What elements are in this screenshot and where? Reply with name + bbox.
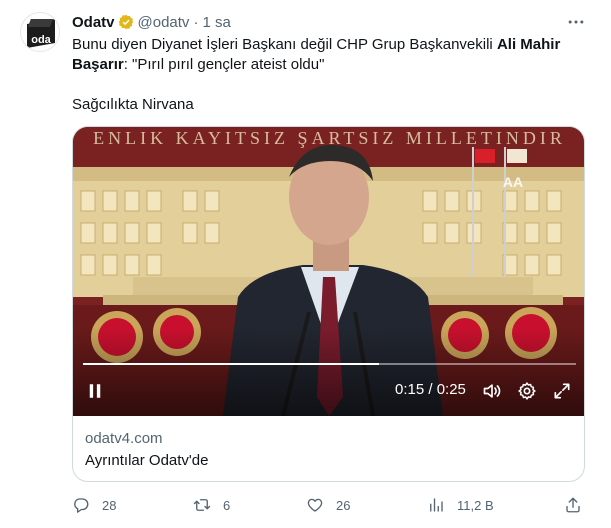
tweet[interactable]: oda Odatv @odatv · 1 sa Bunu diyen Diyan…	[0, 0, 611, 528]
more-dots-icon	[568, 20, 584, 24]
tweet-text-part: Bunu diyen Diyanet İşleri Başkanı değil …	[72, 36, 497, 53]
card-title: Ayrıntılar Odatv'de	[85, 452, 209, 469]
volume-button[interactable]	[481, 375, 503, 407]
views-button[interactable]: 11,2 B	[427, 494, 494, 516]
tweet-timestamp[interactable]: 1 sa	[202, 14, 230, 31]
volume-icon	[483, 384, 501, 398]
tweet-text-tagline: Sağcılıkta Nirvana	[72, 96, 194, 113]
reply-button[interactable]: 28	[72, 494, 116, 516]
like-button[interactable]: 26	[306, 494, 350, 516]
like-count: 26	[336, 497, 351, 513]
fullscreen-icon	[554, 383, 570, 399]
views-chart-icon	[430, 498, 443, 512]
retweet-count: 6	[223, 497, 231, 513]
video-frame: AA	[73, 127, 584, 416]
link-card[interactable]: AA ENLIK KAYITSIZ ŞARTSIZ MILLETINDIR 0:…	[72, 126, 585, 482]
tweet-text-bold-surname: Başarır	[72, 56, 124, 73]
view-count: 11,2 B	[457, 497, 494, 513]
share-button[interactable]	[564, 494, 582, 516]
retweet-icon	[193, 499, 211, 511]
share-icon	[566, 497, 580, 513]
video-player[interactable]: AA ENLIK KAYITSIZ ŞARTSIZ MILLETINDIR 0:…	[73, 127, 584, 416]
author-name[interactable]: Odatv	[72, 14, 115, 31]
pause-icon	[89, 384, 101, 398]
heart-icon	[307, 498, 323, 512]
pause-button[interactable]	[83, 375, 107, 407]
card-info[interactable]: odatv4.com Ayrıntılar Odatv'de	[85, 429, 208, 471]
time-readout: 0:15 / 0:25	[395, 381, 466, 398]
verified-badge-icon	[118, 14, 133, 30]
progress-fill	[83, 363, 379, 365]
tweet-text-quote: : "Pırıl pırıl gençler ateist oldu"	[123, 56, 325, 73]
video-controls: 0:15 / 0:25	[73, 375, 584, 407]
avatar[interactable]: oda	[20, 12, 60, 52]
odatv-logo: oda	[27, 19, 55, 48]
settings-button[interactable]	[516, 375, 538, 407]
tweet-header: Odatv @odatv · 1 sa	[72, 12, 231, 32]
gear-icon	[518, 382, 536, 400]
fullscreen-button[interactable]	[551, 375, 573, 407]
retweet-button[interactable]: 6	[193, 494, 230, 516]
video-banner-text: ENLIK KAYITSIZ ŞARTSIZ MILLETINDIR	[93, 128, 566, 148]
tweet-text-bold-name: Ali Mahir	[496, 36, 561, 53]
avatar-logo-text: oda	[31, 34, 51, 46]
author-handle[interactable]: @odatv	[138, 14, 190, 31]
reply-count: 28	[102, 497, 117, 513]
watermark-text: AA	[503, 174, 523, 190]
reply-icon	[74, 498, 89, 513]
tweet-actions: 28 6 26 11,2 B	[72, 494, 585, 516]
card-domain: odatv4.com	[85, 430, 163, 447]
tweet-text: Bunu diyen Diyanet İşleri Başkanı değil …	[72, 35, 592, 115]
more-options-button[interactable]	[565, 12, 587, 32]
header-separator: ·	[193, 13, 199, 31]
